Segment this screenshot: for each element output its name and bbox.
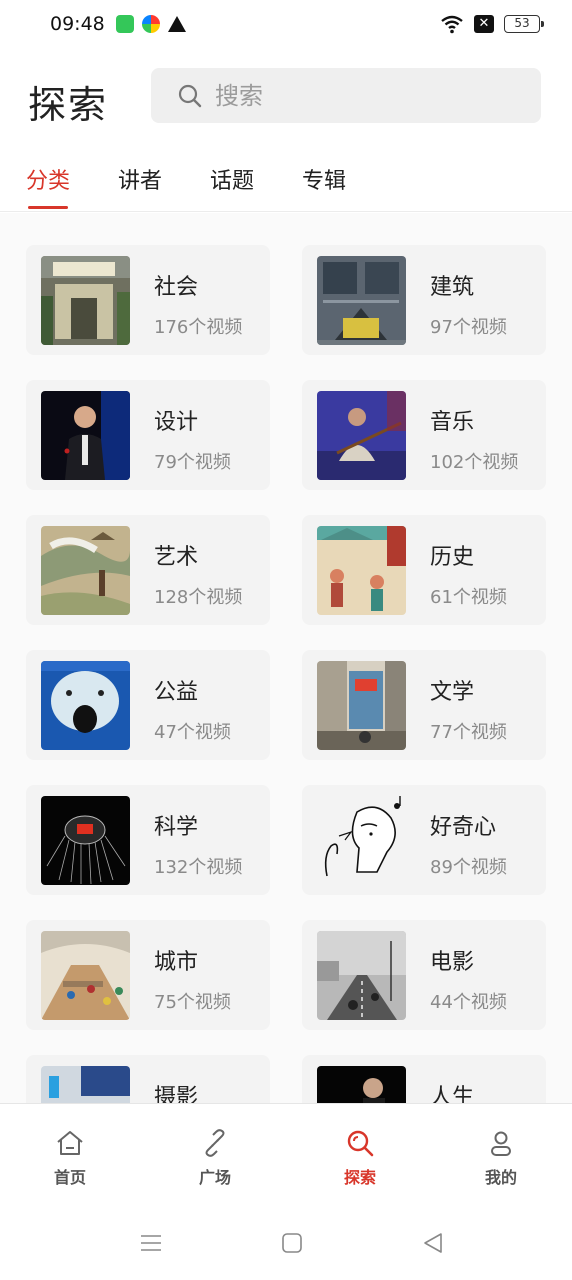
- category-count: 97个视频: [430, 317, 507, 338]
- category-tabs: 分类 讲者 话题 专辑: [0, 160, 572, 212]
- category-thumbnail: [41, 796, 130, 885]
- tab-category[interactable]: 分类: [26, 163, 70, 195]
- category-title: 音乐: [430, 410, 475, 435]
- category-thumbnail: [317, 1066, 406, 1103]
- app-green-icon: [116, 15, 134, 33]
- battery-icon: 53: [504, 15, 544, 33]
- tab-indicator: [28, 206, 68, 209]
- category-card[interactable]: 电影 44个视频: [302, 920, 546, 1030]
- nav-plaza[interactable]: 广场: [175, 1128, 255, 1188]
- category-thumbnail: [41, 931, 130, 1020]
- nav-home[interactable]: 首页: [30, 1128, 110, 1188]
- tab-speakers[interactable]: 讲者: [118, 163, 162, 195]
- status-bar: 09:48 ✕ 53: [0, 0, 572, 52]
- nav-explore-label: 探索: [343, 1168, 376, 1187]
- tab-albums[interactable]: 专辑: [302, 163, 346, 195]
- search-icon: [347, 1130, 374, 1157]
- category-thumbnail: [317, 391, 406, 480]
- category-title: 公益: [154, 680, 199, 705]
- search-bar[interactable]: [151, 68, 541, 123]
- user-icon: [491, 1131, 511, 1156]
- search-icon: [178, 84, 202, 107]
- category-card[interactable]: 艺术 128个视频: [26, 515, 270, 625]
- home-icon: [57, 1131, 83, 1155]
- link-icon: [205, 1129, 225, 1157]
- category-card[interactable]: 科学 132个视频: [26, 785, 270, 895]
- category-count: 132个视频: [154, 857, 243, 878]
- x-box-icon: ✕: [474, 15, 494, 33]
- category-thumbnail: [41, 391, 130, 480]
- category-count: 61个视频: [430, 587, 507, 608]
- category-count: 102个视频: [430, 452, 519, 473]
- category-title: 科学: [154, 815, 199, 840]
- category-title: 城市: [154, 950, 199, 975]
- category-count: 176个视频: [154, 317, 243, 338]
- category-count: 77个视频: [430, 722, 507, 743]
- category-count: 89个视频: [430, 857, 507, 878]
- category-title: 艺术: [154, 545, 199, 570]
- back-triangle-icon[interactable]: [421, 1231, 445, 1255]
- category-card[interactable]: 好奇心 89个视频: [302, 785, 546, 895]
- category-count: 47个视频: [154, 722, 231, 743]
- category-card[interactable]: 人生: [302, 1055, 546, 1103]
- category-title: 好奇心: [430, 815, 497, 840]
- wifi-icon: [441, 15, 463, 34]
- category-card[interactable]: 音乐 102个视频: [302, 380, 546, 490]
- category-title: 摄影: [154, 1085, 199, 1103]
- page-title: 探索: [28, 83, 109, 127]
- category-grid: 社会 176个视频 建筑 97个视频 设计 79个视频 音乐 102个视频 艺术…: [0, 213, 572, 1103]
- nav-home-label: 首页: [53, 1168, 86, 1187]
- category-card[interactable]: 文学 77个视频: [302, 650, 546, 760]
- category-card[interactable]: 设计 79个视频: [26, 380, 270, 490]
- tab-topics[interactable]: 话题: [210, 163, 254, 195]
- category-card[interactable]: 公益 47个视频: [26, 650, 270, 760]
- category-card[interactable]: 建筑 97个视频: [302, 245, 546, 355]
- category-count: 128个视频: [154, 587, 243, 608]
- category-card[interactable]: 历史 61个视频: [302, 515, 546, 625]
- category-card[interactable]: 摄影: [26, 1055, 270, 1103]
- home-square-icon[interactable]: [280, 1231, 304, 1255]
- category-thumbnail: [317, 661, 406, 750]
- category-count: 44个视频: [430, 992, 507, 1013]
- category-count: 75个视频: [154, 992, 231, 1013]
- nav-explore[interactable]: 探索: [320, 1128, 400, 1188]
- category-thumbnail: [41, 526, 130, 615]
- category-title: 电影: [430, 950, 475, 975]
- category-thumbnail: [317, 526, 406, 615]
- category-card[interactable]: 社会 176个视频: [26, 245, 270, 355]
- category-thumbnail: [317, 931, 406, 1020]
- menu-icon[interactable]: [139, 1231, 163, 1255]
- category-title: 社会: [154, 275, 199, 300]
- nav-plaza-label: 广场: [198, 1168, 231, 1187]
- category-title: 文学: [430, 680, 475, 705]
- category-title: 建筑: [430, 275, 475, 300]
- bottom-nav: 首页 广场 探索 我的: [0, 1103, 572, 1203]
- system-nav: [0, 1203, 572, 1280]
- nav-mine[interactable]: 我的: [461, 1128, 541, 1188]
- category-thumbnail: [317, 256, 406, 345]
- category-count: 79个视频: [154, 452, 231, 473]
- category-title: 历史: [430, 545, 475, 570]
- category-thumbnail: [41, 256, 130, 345]
- app-colorful-icon: [142, 15, 160, 33]
- category-card[interactable]: 城市 75个视频: [26, 920, 270, 1030]
- category-thumbnail: [41, 1066, 130, 1103]
- nav-mine-label: 我的: [484, 1168, 517, 1187]
- search-input[interactable]: [215, 81, 515, 110]
- status-time: 09:48: [50, 13, 105, 35]
- category-thumbnail: [41, 661, 130, 750]
- category-title: 人生: [430, 1085, 475, 1103]
- warning-icon: [168, 16, 186, 32]
- category-thumbnail: [317, 796, 406, 885]
- category-title: 设计: [154, 410, 199, 435]
